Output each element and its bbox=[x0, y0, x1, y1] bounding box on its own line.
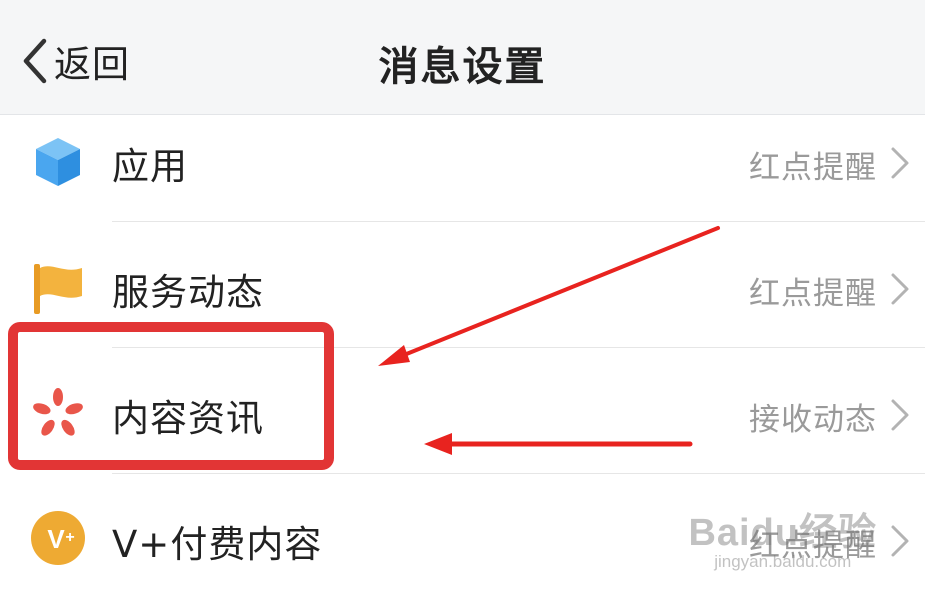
row-label: V+付费内容 bbox=[112, 523, 323, 566]
settings-row-content-news[interactable]: 内容资讯 接收动态 bbox=[0, 348, 925, 472]
chevron-right-icon bbox=[891, 399, 909, 431]
vplus-icon: V + bbox=[31, 511, 85, 565]
settings-row-service-updates[interactable]: 服务动态 红点提醒 bbox=[0, 222, 925, 346]
row-value: 接收动态 bbox=[749, 402, 877, 438]
flag-icon bbox=[34, 264, 82, 314]
row-value: 红点提醒 bbox=[749, 528, 877, 564]
chevron-right-icon bbox=[891, 273, 909, 305]
row-label: 内容资讯 bbox=[112, 397, 264, 440]
row-label: 服务动态 bbox=[112, 271, 264, 314]
row-value: 红点提醒 bbox=[749, 150, 877, 186]
row-label: 应用 bbox=[112, 145, 188, 188]
settings-row-apps[interactable]: 应用 红点提醒 bbox=[0, 98, 925, 222]
svg-text:V: V bbox=[47, 524, 65, 554]
row-value: 红点提醒 bbox=[749, 276, 877, 312]
chevron-right-icon bbox=[891, 147, 909, 179]
flower-icon bbox=[33, 388, 83, 436]
svg-text:+: + bbox=[65, 529, 74, 546]
page-title: 消息设置 bbox=[378, 44, 547, 90]
cube-icon bbox=[36, 138, 80, 186]
settings-row-vplus-paid-content[interactable]: V + V+付费内容 红点提醒 bbox=[0, 474, 925, 598]
chevron-right-icon bbox=[891, 525, 909, 557]
